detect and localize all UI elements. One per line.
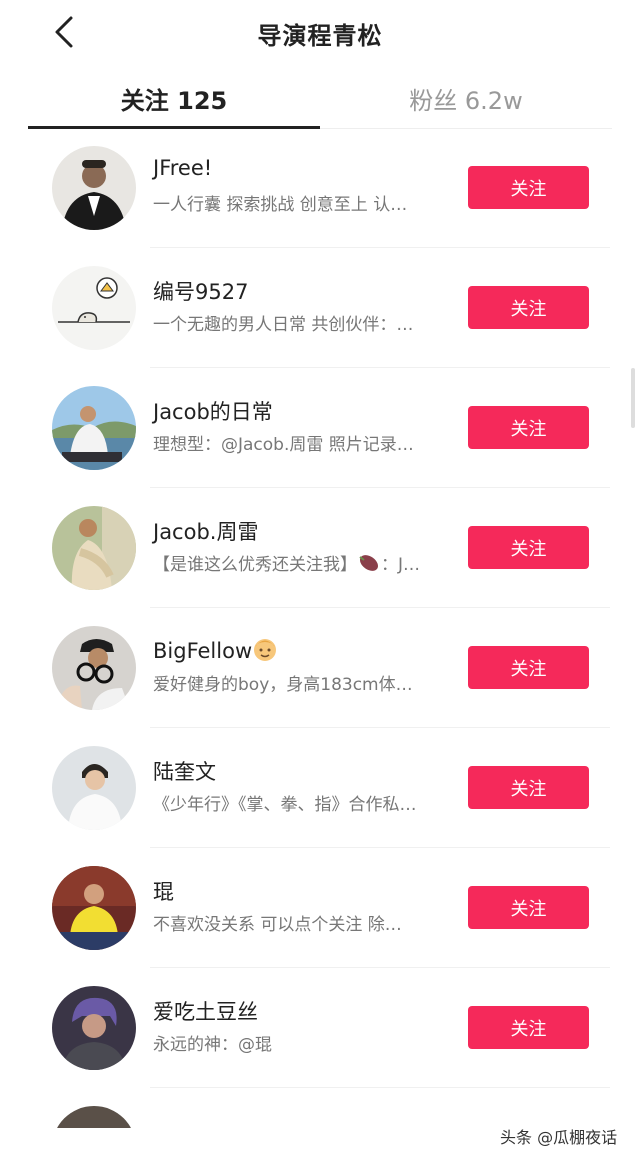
avatar[interactable] [52,866,136,950]
user-name-text: BigFellow [153,639,253,663]
user-name: 爱吃土豆丝 [153,1000,258,1024]
list-item[interactable]: 陆奎文 《少年行》《掌、拳、指》合作私… 关注 [0,728,640,848]
list-item[interactable]: BigFellow 爱好健身的boy，身高183cm体… 关注 [0,608,640,728]
avatar[interactable] [52,986,136,1070]
list-item[interactable] [0,1088,640,1128]
user-name: 琨 [153,880,174,904]
user-bio-tail: ：J… [381,555,421,575]
avatar[interactable] [52,746,136,830]
scrollbar[interactable] [631,368,635,428]
follow-button[interactable]: 关注 [468,766,589,809]
avatar[interactable] [52,626,136,710]
user-name: BigFellow [153,636,453,663]
follow-button[interactable]: 关注 [468,1006,589,1049]
avatar[interactable] [52,506,136,590]
user-bio: 一个无趣的男人日常 共创伙伴：… [153,315,414,335]
avatar[interactable] [52,146,136,230]
user-bio: 爱好健身的boy，身高183cm体… [153,675,413,695]
list-item[interactable]: JFree! 一人行囊 探索挑战 创意至上 认… 关注 [0,128,640,248]
list-item[interactable]: Jacob.周雷 【是谁这么优秀还关注我】 ：J… 关注 [0,488,640,608]
tab-bar: 关注 125 粉丝 6.2w [0,70,640,130]
avatar[interactable] [52,1106,136,1128]
follow-button[interactable]: 关注 [468,166,589,209]
user-bio: 【是谁这么优秀还关注我】 ：J… [153,550,449,575]
user-bio: 不喜欢没关系 可以点个关注 除… [153,915,402,935]
user-bio: 一人行囊 探索挑战 创意至上 认… [153,195,408,215]
user-name: Jacob.周雷 [153,520,259,544]
tab-following[interactable]: 关注 125 [28,70,320,126]
watermark: 头条 @瓜棚夜话 [500,1128,618,1147]
follow-button[interactable]: 关注 [468,526,589,569]
user-bio: 《少年行》《掌、拳、指》合作私… [153,795,417,815]
follow-button[interactable]: 关注 [468,886,589,929]
user-name: 陆奎文 [153,760,216,784]
face-emoji-icon [254,639,277,661]
list-item[interactable]: 编号9527 一个无趣的男人日常 共创伙伴：… 关注 [0,248,640,368]
page-title: 导演程青松 [257,22,383,50]
sweet-potato-icon [359,555,379,571]
user-name: Jacob的日常 [153,400,273,424]
list-item[interactable]: 琨 不喜欢没关系 可以点个关注 除… 关注 [0,848,640,968]
tab-fans[interactable]: 粉丝 6.2w [320,70,612,126]
user-name: JFree! [153,156,213,180]
list-item[interactable]: Jacob的日常 理想型：@Jacob.周雷 照片记录… 关注 [0,368,640,488]
list-item[interactable]: 爱吃土豆丝 永远的神：@琨 关注 [0,968,640,1088]
avatar[interactable] [52,266,136,350]
user-bio-text: 【是谁这么优秀还关注我】 [153,555,357,575]
follow-button[interactable]: 关注 [468,406,589,449]
user-bio: 理想型：@Jacob.周雷 照片记录… [153,435,414,455]
user-bio: 永远的神：@琨 [153,1035,272,1055]
follow-button[interactable]: 关注 [468,646,589,689]
avatar[interactable] [52,386,136,470]
follow-button[interactable]: 关注 [468,286,589,329]
user-name: 编号9527 [153,280,249,304]
top-bar: 导演程青松 [0,0,640,64]
